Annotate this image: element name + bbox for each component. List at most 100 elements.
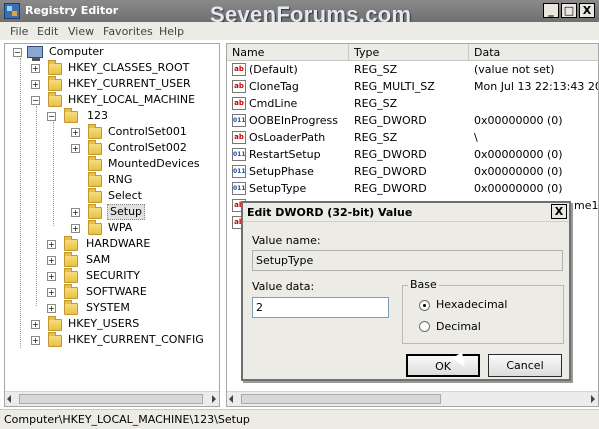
tree-item-label: HKEY_CLASSES_ROOT	[68, 61, 190, 74]
tree-item-label: HKEY_LOCAL_MACHINE	[68, 93, 196, 106]
folder-icon	[48, 332, 62, 347]
dialog-close-button[interactable]: X	[551, 204, 567, 219]
expand-icon[interactable]: +	[31, 80, 40, 89]
tree-item-label: SAM	[86, 253, 111, 266]
expand-icon[interactable]: +	[31, 320, 40, 329]
folder-icon	[64, 300, 78, 315]
value-data: 0x00000000 (0)	[474, 165, 563, 178]
value-name: OsLoaderPath	[249, 131, 326, 144]
expand-icon[interactable]: +	[47, 272, 56, 281]
table-row[interactable]: 011 SetupPhase REG_DWORD 0x00000000 (0)	[227, 163, 598, 180]
title-bar: Registry Editor SevenForums.com _ □ X	[0, 0, 599, 27]
table-row[interactable]: ab CloneTag REG_MULTI_SZ Mon Jul 13 22:1…	[227, 78, 598, 95]
collapse-icon[interactable]: −	[31, 96, 40, 105]
value-data: Mon Jul 13 22:13:43 2009	[474, 80, 598, 93]
tree-item-label: HKEY_CURRENT_USER	[68, 77, 191, 90]
menu-view[interactable]: View	[68, 25, 94, 38]
expand-icon[interactable]: +	[71, 208, 80, 217]
expand-icon[interactable]: +	[31, 64, 40, 73]
registry-editor-icon	[4, 3, 20, 19]
scroll-thumb[interactable]	[241, 394, 441, 404]
value-name: SetupPhase	[249, 165, 314, 178]
value-data: 0x00000000 (0)	[474, 114, 563, 127]
hexadecimal-radio[interactable]	[419, 300, 430, 311]
table-row[interactable]: 011 RestartSetup REG_DWORD 0x00000000 (0…	[227, 146, 598, 163]
value-type: REG_SZ	[354, 97, 398, 110]
tree-item-label-selected: Setup	[107, 204, 146, 220]
folder-icon	[88, 188, 102, 203]
tree-item-label: HKEY_CURRENT_CONFIG	[68, 333, 204, 346]
scroll-left-icon[interactable]	[7, 395, 11, 403]
value-name: OOBEInProgress	[249, 114, 338, 127]
folder-icon	[64, 284, 78, 299]
string-value-icon: ab	[232, 131, 246, 144]
expand-icon[interactable]: +	[71, 128, 80, 137]
hexadecimal-label[interactable]: Hexadecimal	[436, 298, 507, 311]
expand-icon[interactable]: +	[31, 336, 40, 345]
column-header-data[interactable]: Data	[469, 44, 598, 61]
value-data-input[interactable]: 2	[252, 297, 389, 318]
list-horizontal-scrollbar[interactable]	[227, 391, 598, 406]
column-header-name[interactable]: Name	[227, 44, 349, 61]
scroll-thumb[interactable]	[19, 394, 203, 404]
folder-icon	[64, 252, 78, 267]
value-data: me1	[574, 199, 599, 212]
folder-icon	[88, 204, 102, 219]
value-name: CloneTag	[249, 80, 299, 93]
table-row[interactable]: 011 SetupType REG_DWORD 0x00000000 (0)	[227, 180, 598, 197]
value-type: REG_DWORD	[354, 182, 427, 195]
menu-bar: File Edit View Favorites Help	[0, 22, 599, 40]
folder-icon	[88, 156, 102, 171]
window-title: Registry Editor	[25, 4, 119, 17]
decimal-radio[interactable]	[419, 321, 430, 332]
value-data: (value not set)	[474, 63, 555, 76]
dialog-title: Edit DWORD (32-bit) Value	[247, 206, 413, 219]
scroll-right-icon[interactable]	[212, 395, 216, 403]
ok-button[interactable]: OK	[406, 354, 480, 377]
tree-item-label: HARDWARE	[86, 237, 151, 250]
scroll-right-icon[interactable]	[591, 395, 595, 403]
folder-icon	[48, 316, 62, 331]
menu-file[interactable]: File	[10, 25, 28, 38]
collapse-icon[interactable]: −	[47, 112, 56, 121]
minimize-button[interactable]: _	[543, 3, 559, 18]
expand-icon[interactable]: +	[71, 144, 80, 153]
column-header-type[interactable]: Type	[349, 44, 469, 61]
value-data: \	[474, 131, 478, 144]
status-path: Computer\HKEY_LOCAL_MACHINE\123\Setup	[4, 413, 250, 426]
folder-icon	[48, 76, 62, 91]
key-tree[interactable]: − Computer + HKEY_CLASSES_ROOT + HKEY_CU…	[4, 43, 220, 407]
table-row[interactable]: ab CmdLine REG_SZ	[227, 95, 598, 112]
tree-horizontal-scrollbar[interactable]	[5, 391, 219, 406]
table-row[interactable]: 011 OOBEInProgress REG_DWORD 0x00000000 …	[227, 112, 598, 129]
value-type: REG_DWORD	[354, 114, 427, 127]
dword-value-icon: 011	[232, 182, 246, 195]
expand-icon[interactable]: +	[47, 240, 56, 249]
close-button[interactable]: X	[579, 3, 595, 18]
tree-item-label: RNG	[108, 173, 133, 186]
scroll-left-icon[interactable]	[229, 395, 233, 403]
maximize-button[interactable]: □	[561, 3, 577, 18]
expand-icon[interactable]: +	[71, 224, 80, 233]
menu-favorites[interactable]: Favorites	[103, 25, 153, 38]
folder-icon	[88, 124, 102, 139]
folder-icon	[88, 220, 102, 235]
status-bar: Computer\HKEY_LOCAL_MACHINE\123\Setup	[0, 409, 599, 429]
table-row[interactable]: ab OsLoaderPath REG_SZ \	[227, 129, 598, 146]
value-type: REG_SZ	[354, 63, 398, 76]
menu-edit[interactable]: Edit	[37, 25, 58, 38]
expand-icon[interactable]: +	[47, 256, 56, 265]
folder-open-icon	[48, 92, 62, 107]
table-row[interactable]: ab (Default) REG_SZ (value not set)	[227, 61, 598, 78]
value-name: CmdLine	[249, 97, 298, 110]
cancel-button[interactable]: Cancel	[488, 354, 562, 377]
collapse-icon[interactable]: −	[13, 48, 22, 57]
tree-item-label: SOFTWARE	[86, 285, 147, 298]
value-data: 0x00000000 (0)	[474, 148, 563, 161]
expand-icon[interactable]: +	[47, 288, 56, 297]
value-type: REG_DWORD	[354, 165, 427, 178]
menu-help[interactable]: Help	[159, 25, 184, 38]
decimal-label[interactable]: Decimal	[436, 320, 481, 333]
expand-icon[interactable]: +	[47, 304, 56, 313]
tree-item-label: HKEY_USERS	[68, 317, 140, 330]
